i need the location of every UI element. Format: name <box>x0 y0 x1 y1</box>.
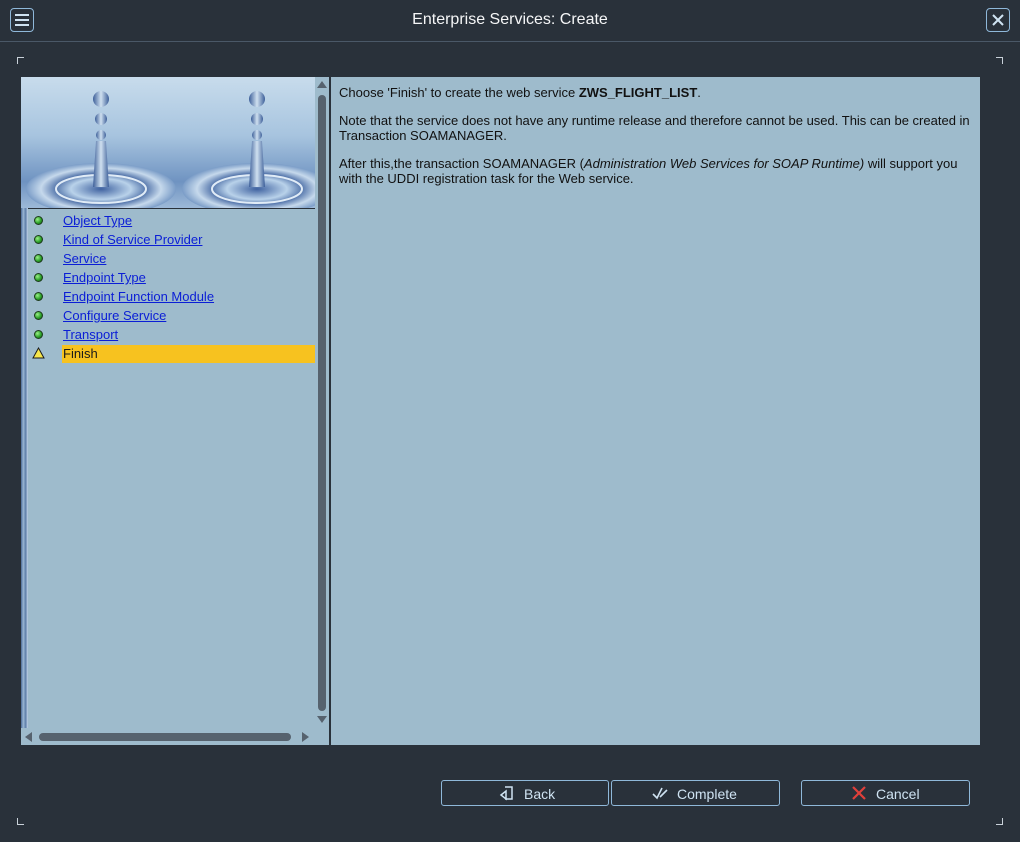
scroll-down-arrow-icon[interactable] <box>317 716 327 723</box>
complete-button[interactable]: Complete <box>611 780 780 806</box>
status-green-icon <box>34 292 43 301</box>
step-item-finish[interactable]: Finish <box>28 345 315 363</box>
current-step-highlight <box>62 345 315 363</box>
step-item-kind-of-service-provider[interactable]: Kind of Service Provider <box>28 231 315 249</box>
corner-mark <box>996 57 1003 64</box>
uddi-note-text: After this,the transaction SOAMANAGER (A… <box>339 156 958 186</box>
step-link[interactable]: Object Type <box>63 213 132 228</box>
corner-mark <box>17 57 24 64</box>
horizontal-scroll-thumb[interactable] <box>39 733 291 741</box>
status-green-icon <box>34 254 43 263</box>
complete-label: Complete <box>677 786 737 802</box>
water-drop-illustration <box>26 91 315 208</box>
step-item-endpoint-function-module[interactable]: Endpoint Function Module <box>28 288 315 306</box>
scroll-up-arrow-icon[interactable] <box>317 81 327 88</box>
step-link[interactable]: Endpoint Function Module <box>63 289 214 304</box>
back-label: Back <box>524 786 556 802</box>
corner-mark <box>996 818 1003 825</box>
runtime-note-text: Note that the service does not have any … <box>339 113 970 143</box>
finish-instruction-text: Choose 'Finish' to create the web servic… <box>339 85 701 100</box>
step-item-service[interactable]: Service <box>28 250 315 268</box>
step-link[interactable]: Finish <box>63 346 98 361</box>
step-item-configure-service[interactable]: Configure Service <box>28 307 315 325</box>
step-list: Object Type Kind of Service Provider Ser… <box>28 208 315 729</box>
status-green-icon <box>34 330 43 339</box>
back-button[interactable]: Back <box>441 780 609 806</box>
scroll-left-arrow-icon[interactable] <box>25 732 32 742</box>
corner-mark <box>17 818 24 825</box>
step-item-object-type[interactable]: Object Type <box>28 212 315 230</box>
step-item-transport[interactable]: Transport <box>28 326 315 344</box>
cancel-x-icon <box>852 786 866 800</box>
close-icon <box>992 14 1004 26</box>
title-bar: Enterprise Services: Create <box>0 0 1020 42</box>
status-green-icon <box>34 273 43 282</box>
step-link[interactable]: Kind of Service Provider <box>63 232 202 247</box>
step-navigation-pane: Object Type Kind of Service Provider Ser… <box>21 77 329 745</box>
status-green-icon <box>34 216 43 225</box>
status-green-icon <box>34 235 43 244</box>
step-description-pane: Choose 'Finish' to create the web servic… <box>331 77 980 745</box>
cancel-label: Cancel <box>876 786 920 802</box>
water-drop-banner-image <box>21 77 315 208</box>
status-green-icon <box>34 311 43 320</box>
step-link[interactable]: Configure Service <box>63 308 166 323</box>
vertical-scrollbar[interactable] <box>315 77 329 729</box>
close-button[interactable] <box>986 8 1010 32</box>
complete-checkmark-icon <box>652 787 668 800</box>
step-item-endpoint-type[interactable]: Endpoint Type <box>28 269 315 287</box>
step-link[interactable]: Service <box>63 251 106 266</box>
service-name: ZWS_FLIGHT_LIST <box>578 85 698 100</box>
decorative-edge-strip <box>21 208 28 728</box>
cancel-button[interactable]: Cancel <box>801 780 970 806</box>
vertical-scroll-thumb[interactable] <box>318 95 326 711</box>
step-link[interactable]: Endpoint Type <box>63 270 146 285</box>
warning-triangle-icon <box>32 347 45 359</box>
horizontal-scrollbar[interactable] <box>21 729 315 745</box>
back-icon <box>499 786 513 801</box>
step-link[interactable]: Transport <box>63 327 118 342</box>
window-title: Enterprise Services: Create <box>412 11 608 28</box>
scroll-right-arrow-icon[interactable] <box>302 732 309 742</box>
